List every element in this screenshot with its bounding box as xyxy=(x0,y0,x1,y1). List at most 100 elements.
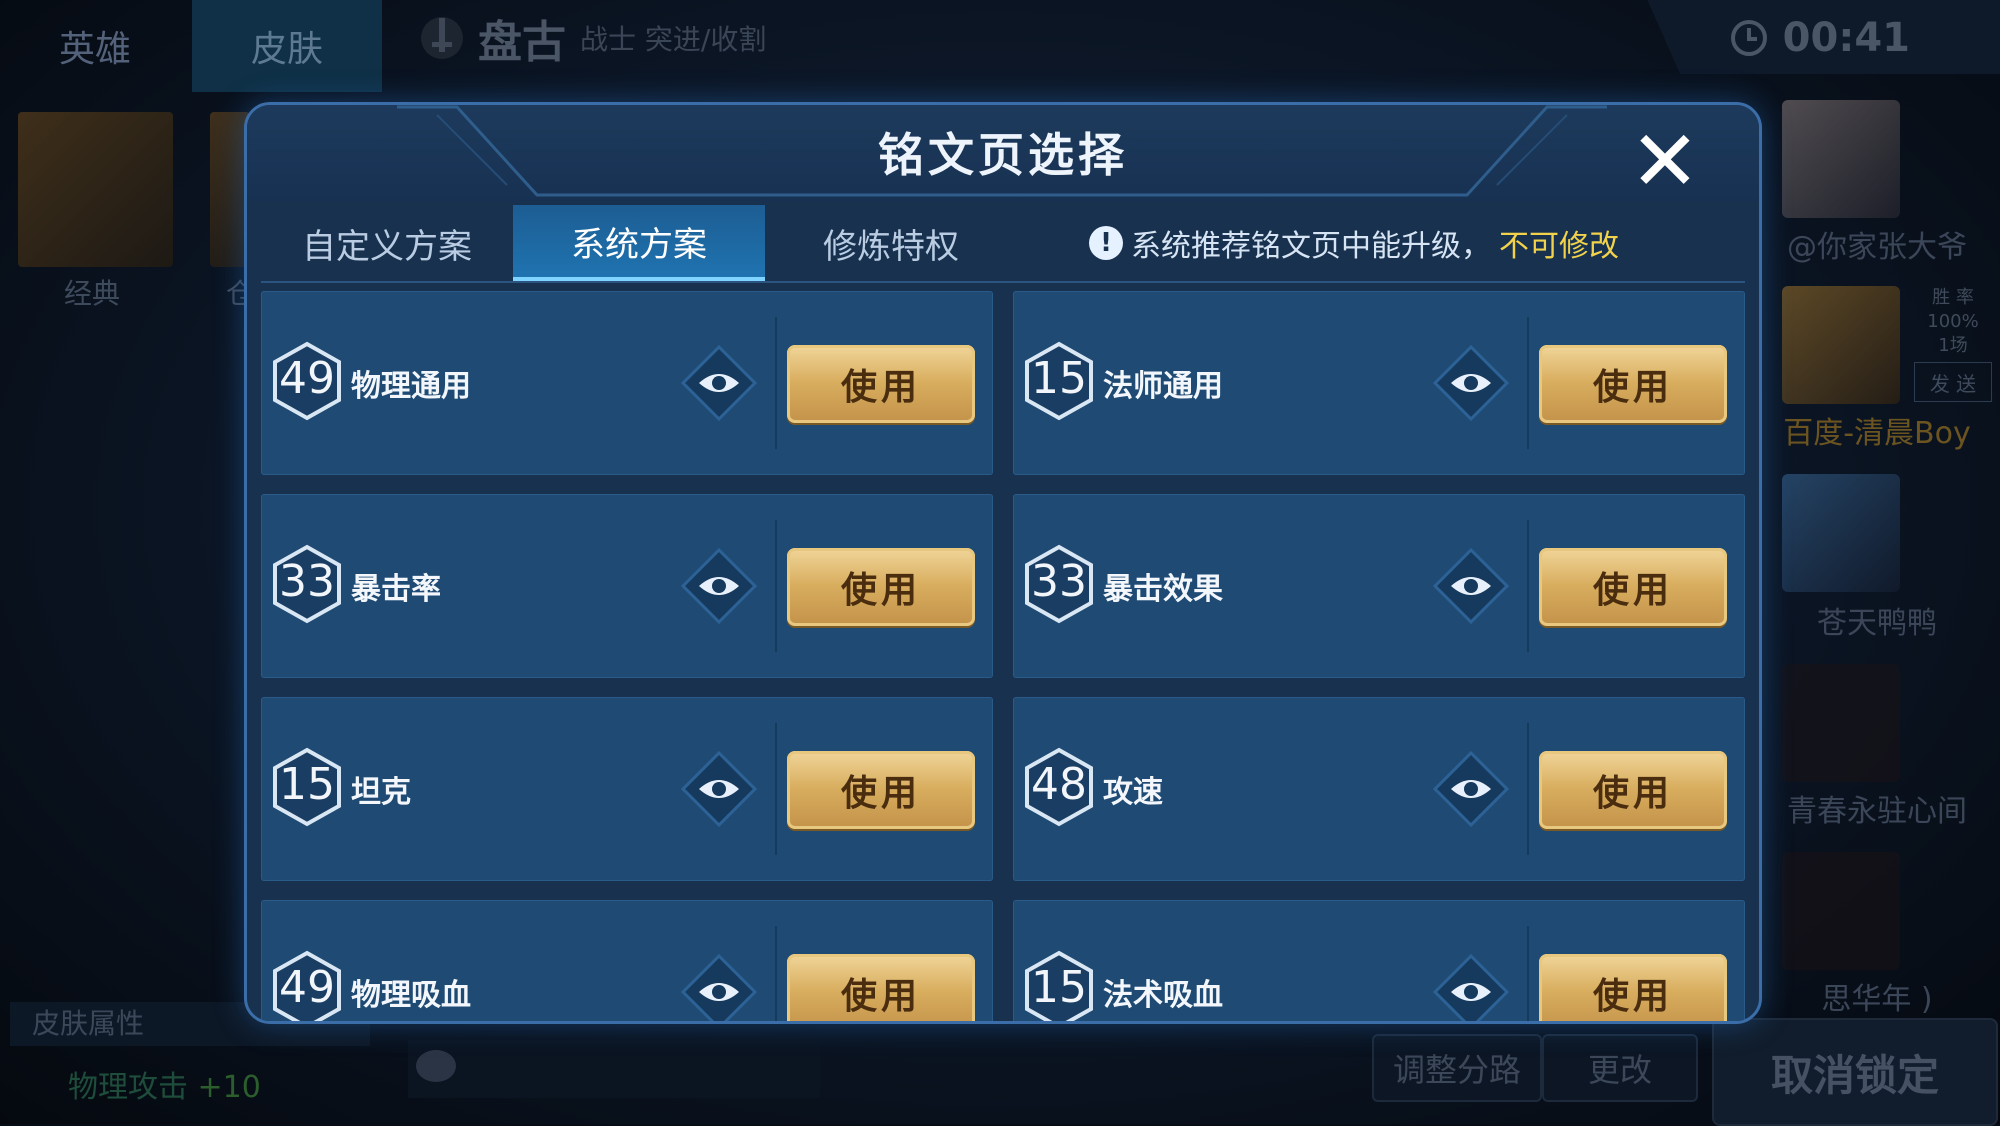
teammate-winrate: 胜 率 100% 1场 xyxy=(1914,286,1992,358)
level-badge: 49 xyxy=(271,950,343,1021)
eye-icon[interactable] xyxy=(1431,952,1511,1024)
level-number: 33 xyxy=(279,556,335,607)
card-divider xyxy=(1527,520,1529,652)
inscription-page-dialog: 铭文页选择 ✕ 自定义方案 系统方案 修炼特权 ! 系统推荐铭文页中能升级， 不可… xyxy=(244,102,1762,1024)
use-button[interactable]: 使用 xyxy=(787,548,975,626)
close-icon[interactable]: ✕ xyxy=(1630,119,1700,203)
teammate-name: 思华年 ) xyxy=(1821,982,1933,1017)
teammate-avatar xyxy=(1782,474,1900,592)
teammate-avatar xyxy=(1782,664,1900,782)
exclamation-icon: ! xyxy=(1089,226,1123,260)
level-number: 33 xyxy=(1031,556,1087,607)
use-button[interactable]: 使用 xyxy=(1539,345,1727,423)
winrate-label: 胜 率 xyxy=(1932,287,1974,308)
card-divider xyxy=(775,520,777,652)
attribute-bonus: +10 xyxy=(197,1070,261,1105)
use-button[interactable]: 使用 xyxy=(1539,954,1727,1021)
card-divider xyxy=(775,723,777,855)
teammate-name: 百度-清晨Boy xyxy=(1783,416,1971,451)
use-button[interactable]: 使用 xyxy=(787,954,975,1021)
level-badge: 15 xyxy=(271,747,343,827)
adjust-lane-button[interactable]: 调整分路 xyxy=(1372,1034,1542,1102)
dialog-header: 铭文页选择 ✕ xyxy=(247,105,1759,203)
skin-attribute-value: 物理攻击 +10 xyxy=(68,1062,261,1106)
send-button[interactable]: 发 送 xyxy=(1914,362,1992,402)
attribute-stat: 物理攻击 xyxy=(68,1070,188,1105)
tab-divider xyxy=(261,281,1745,283)
eye-icon[interactable] xyxy=(1431,546,1511,626)
level-number: 48 xyxy=(1031,759,1087,810)
inscription-page-card: 33 暴击效果 使用 xyxy=(1013,494,1745,678)
skin-label: 经典 xyxy=(64,277,121,310)
inscription-page-card: 15 法术吸血 使用 xyxy=(1013,900,1745,1024)
page-name: 坦克 xyxy=(351,775,411,810)
page-name: 暴击率 xyxy=(351,572,441,607)
level-number: 49 xyxy=(279,962,335,1013)
eye-icon[interactable] xyxy=(679,546,759,626)
level-number: 15 xyxy=(1031,962,1087,1013)
cancel-lock-button[interactable]: 取消锁定 xyxy=(1712,1018,1998,1126)
card-divider xyxy=(1527,317,1529,449)
card-divider xyxy=(1527,723,1529,855)
hero-role: 战士 突进/收割 xyxy=(580,23,767,56)
card-divider xyxy=(1527,926,1529,1021)
page-name: 法师通用 xyxy=(1103,369,1223,404)
card-divider xyxy=(775,317,777,449)
inscription-page-card: 49 物理吸血 使用 xyxy=(261,900,993,1024)
use-button[interactable]: 使用 xyxy=(787,345,975,423)
teammate-avatar xyxy=(1782,100,1900,218)
dialog-title: 铭文页选择 xyxy=(878,128,1128,182)
chat-icon[interactable] xyxy=(416,1050,456,1082)
page-name: 物理吸血 xyxy=(351,978,471,1013)
chat-input[interactable] xyxy=(408,1040,820,1098)
teammate-avatar xyxy=(1782,286,1900,404)
card-divider xyxy=(775,926,777,1021)
tab-hero[interactable]: 英雄 xyxy=(0,0,190,92)
plan-tabs: 自定义方案 系统方案 修炼特权 xyxy=(261,205,1017,281)
inscription-page-card: 33 暴击率 使用 xyxy=(261,494,993,678)
eye-icon[interactable] xyxy=(679,749,759,829)
teammate-name: @你家张大爷 xyxy=(1787,230,1967,265)
inscription-page-card: 15 法师通用 使用 xyxy=(1013,291,1745,475)
tab-skin[interactable]: 皮肤 xyxy=(192,0,382,92)
hero-name: 盘古 xyxy=(478,17,566,68)
level-number: 15 xyxy=(1031,353,1087,404)
page-name: 攻速 xyxy=(1103,775,1163,810)
inscription-page-card: 15 坦克 使用 xyxy=(261,697,993,881)
tab-training-privilege[interactable]: 修炼特权 xyxy=(765,205,1017,281)
teammate-avatar xyxy=(1782,852,1900,970)
level-badge: 33 xyxy=(271,544,343,624)
tab-system-plan[interactable]: 系统方案 xyxy=(513,205,765,281)
winrate-value: 100% xyxy=(1927,311,1979,332)
tab-custom-plan[interactable]: 自定义方案 xyxy=(261,205,513,281)
inscription-page-card: 48 攻速 使用 xyxy=(1013,697,1745,881)
skin-thumbnail-classic[interactable] xyxy=(18,112,173,267)
level-badge: 49 xyxy=(271,341,343,421)
close-button[interactable]: ✕ xyxy=(1627,119,1703,203)
timer-value: 00:41 xyxy=(1782,15,1910,61)
notice-text: 系统推荐铭文页中能升级， xyxy=(1131,229,1491,264)
countdown-timer: 00:41 xyxy=(1729,8,1910,68)
eye-icon[interactable] xyxy=(679,343,759,423)
use-button[interactable]: 使用 xyxy=(1539,751,1727,829)
inscription-page-card: 49 物理通用 使用 xyxy=(261,291,993,475)
match-count: 1场 xyxy=(1938,335,1968,356)
use-button[interactable]: 使用 xyxy=(1539,548,1727,626)
eye-icon[interactable] xyxy=(679,952,759,1024)
change-button[interactable]: 更改 xyxy=(1542,1034,1698,1102)
teammate-name: 苍天鸭鸭 xyxy=(1817,606,1937,641)
teammate-name: 青春永驻心间 xyxy=(1787,794,1967,829)
use-button[interactable]: 使用 xyxy=(787,751,975,829)
eye-icon[interactable] xyxy=(1431,343,1511,423)
level-badge: 15 xyxy=(1023,341,1095,421)
system-notice: ! 系统推荐铭文页中能升级， 不可修改 xyxy=(1089,217,1619,269)
clock-icon xyxy=(1730,20,1767,56)
page-name: 法术吸血 xyxy=(1103,978,1223,1013)
eye-icon[interactable] xyxy=(1431,749,1511,829)
hero-header: 盘古 战士 突进/收割 xyxy=(420,8,766,68)
level-number: 15 xyxy=(279,759,335,810)
notice-warning: 不可修改 xyxy=(1499,229,1619,264)
page-name: 暴击效果 xyxy=(1103,572,1223,607)
level-badge: 15 xyxy=(1023,950,1095,1021)
sword-icon xyxy=(421,17,463,59)
